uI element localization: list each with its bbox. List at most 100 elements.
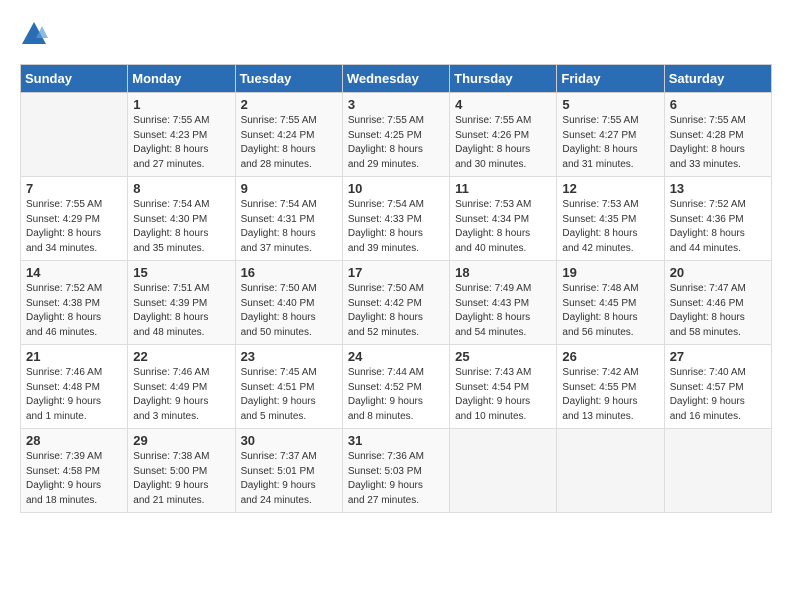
calendar-cell: 12Sunrise: 7:53 AM Sunset: 4:35 PM Dayli…	[557, 177, 664, 261]
header-day: Wednesday	[342, 65, 449, 93]
day-number: 23	[241, 349, 337, 364]
day-detail: Sunrise: 7:51 AM Sunset: 4:39 PM Dayligh…	[133, 282, 229, 340]
calendar-cell: 5 Sunrise: 7:55 AM Sunset: 4:27 PM Daylig…	[557, 93, 664, 177]
day-number: 19	[562, 265, 658, 280]
day-detail: Sunrise: 7:40 AM Sunset: 4:57 PM Dayligh…	[670, 366, 766, 424]
day-number: 6	[670, 97, 766, 112]
calendar-table: SundayMondayTuesdayWednesdayThursdayFrid…	[20, 64, 772, 513]
calendar-cell: 16 Sunrise: 7:50 AM Sunset: 4:40 PM Dayli…	[235, 261, 342, 345]
day-detail: Sunrise: 7:47 AM Sunset: 4:46 PM Dayligh…	[670, 282, 766, 340]
header-day: Tuesday	[235, 65, 342, 93]
header-day: Thursday	[450, 65, 557, 93]
calendar-cell	[450, 429, 557, 513]
calendar-cell: 4 Sunrise: 7:55 AM Sunset: 4:26 PM Daylig…	[450, 93, 557, 177]
page-container: SundayMondayTuesdayWednesdayThursdayFrid…	[0, 0, 792, 523]
day-number: 5	[562, 97, 658, 112]
day-detail: Sunrise: 7:49 AM Sunset: 4:43 PM Dayligh…	[455, 282, 551, 340]
day-detail: Sunrise: 7:43 AM Sunset: 4:54 PM Dayligh…	[455, 366, 551, 424]
logo-icon	[20, 20, 48, 48]
calendar-cell: 27 Sunrise: 7:40 AM Sunset: 4:57 PM Dayli…	[664, 345, 771, 429]
day-detail: Sunrise: 7:55 AM Sunset: 4:25 PM Dayligh…	[348, 114, 444, 172]
day-number: 20	[670, 265, 766, 280]
calendar-cell: 14 Sunrise: 7:52 AM Sunset: 4:38 PM Dayli…	[21, 261, 128, 345]
day-detail: Sunrise: 7:54 AM Sunset: 4:31 PM Dayligh…	[241, 198, 337, 256]
calendar-cell: 30 Sunrise: 7:37 AM Sunset: 5:01 PM Dayli…	[235, 429, 342, 513]
calendar-cell: 13 Sunrise: 7:52 AM Sunset: 4:36 PM Dayli…	[664, 177, 771, 261]
day-number: 3	[348, 97, 444, 112]
day-detail: Sunrise: 7:37 AM Sunset: 5:01 PM Dayligh…	[241, 450, 337, 508]
calendar-week-row: 7Sunrise: 7:55 AM Sunset: 4:29 PM Daylig…	[21, 177, 772, 261]
day-number: 1	[133, 97, 229, 112]
day-number: 14	[26, 265, 122, 280]
day-number: 30	[241, 433, 337, 448]
header-day: Friday	[557, 65, 664, 93]
calendar-cell: 29 Sunrise: 7:38 AM Sunset: 5:00 PM Dayli…	[128, 429, 235, 513]
day-detail: Sunrise: 7:53 AM Sunset: 4:34 PM Dayligh…	[455, 198, 551, 256]
calendar-cell: 26 Sunrise: 7:42 AM Sunset: 4:55 PM Dayli…	[557, 345, 664, 429]
day-number: 29	[133, 433, 229, 448]
calendar-week-row: 21 Sunrise: 7:46 AM Sunset: 4:48 PM Dayli…	[21, 345, 772, 429]
day-detail: Sunrise: 7:38 AM Sunset: 5:00 PM Dayligh…	[133, 450, 229, 508]
day-detail: Sunrise: 7:39 AM Sunset: 4:58 PM Dayligh…	[26, 450, 122, 508]
day-number: 22	[133, 349, 229, 364]
day-number: 2	[241, 97, 337, 112]
calendar-week-row: 28 Sunrise: 7:39 AM Sunset: 4:58 PM Dayli…	[21, 429, 772, 513]
day-detail: Sunrise: 7:50 AM Sunset: 4:42 PM Dayligh…	[348, 282, 444, 340]
day-number: 21	[26, 349, 122, 364]
calendar-cell: 9Sunrise: 7:54 AM Sunset: 4:31 PM Daylig…	[235, 177, 342, 261]
day-number: 28	[26, 433, 122, 448]
day-number: 31	[348, 433, 444, 448]
day-detail: Sunrise: 7:55 AM Sunset: 4:26 PM Dayligh…	[455, 114, 551, 172]
calendar-cell: 19 Sunrise: 7:48 AM Sunset: 4:45 PM Dayli…	[557, 261, 664, 345]
day-detail: Sunrise: 7:52 AM Sunset: 4:38 PM Dayligh…	[26, 282, 122, 340]
day-detail: Sunrise: 7:52 AM Sunset: 4:36 PM Dayligh…	[670, 198, 766, 256]
day-detail: Sunrise: 7:48 AM Sunset: 4:45 PM Dayligh…	[562, 282, 658, 340]
day-number: 17	[348, 265, 444, 280]
day-number: 18	[455, 265, 551, 280]
header	[20, 20, 772, 48]
day-detail: Sunrise: 7:42 AM Sunset: 4:55 PM Dayligh…	[562, 366, 658, 424]
calendar-cell: 2 Sunrise: 7:55 AM Sunset: 4:24 PM Daylig…	[235, 93, 342, 177]
day-number: 7	[26, 181, 122, 196]
day-number: 16	[241, 265, 337, 280]
calendar-cell: 7Sunrise: 7:55 AM Sunset: 4:29 PM Daylig…	[21, 177, 128, 261]
day-detail: Sunrise: 7:46 AM Sunset: 4:48 PM Dayligh…	[26, 366, 122, 424]
day-detail: Sunrise: 7:55 AM Sunset: 4:28 PM Dayligh…	[670, 114, 766, 172]
calendar-cell: 22 Sunrise: 7:46 AM Sunset: 4:49 PM Dayli…	[128, 345, 235, 429]
calendar-cell: 17 Sunrise: 7:50 AM Sunset: 4:42 PM Dayli…	[342, 261, 449, 345]
logo	[20, 20, 52, 48]
day-detail: Sunrise: 7:55 AM Sunset: 4:27 PM Dayligh…	[562, 114, 658, 172]
calendar-cell: 11 Sunrise: 7:53 AM Sunset: 4:34 PM Dayli…	[450, 177, 557, 261]
day-detail: Sunrise: 7:46 AM Sunset: 4:49 PM Dayligh…	[133, 366, 229, 424]
day-number: 8	[133, 181, 229, 196]
calendar-cell: 10 Sunrise: 7:54 AM Sunset: 4:33 PM Dayli…	[342, 177, 449, 261]
day-number: 24	[348, 349, 444, 364]
day-number: 10	[348, 181, 444, 196]
calendar-cell	[557, 429, 664, 513]
day-detail: Sunrise: 7:45 AM Sunset: 4:51 PM Dayligh…	[241, 366, 337, 424]
calendar-cell: 24Sunrise: 7:44 AM Sunset: 4:52 PM Dayli…	[342, 345, 449, 429]
day-detail: Sunrise: 7:50 AM Sunset: 4:40 PM Dayligh…	[241, 282, 337, 340]
day-number: 11	[455, 181, 551, 196]
day-detail: Sunrise: 7:53 AM Sunset: 4:35 PM Dayligh…	[562, 198, 658, 256]
calendar-cell: 21 Sunrise: 7:46 AM Sunset: 4:48 PM Dayli…	[21, 345, 128, 429]
calendar-cell	[664, 429, 771, 513]
calendar-cell: 15Sunrise: 7:51 AM Sunset: 4:39 PM Dayli…	[128, 261, 235, 345]
calendar-cell: 31 Sunrise: 7:36 AM Sunset: 5:03 PM Dayli…	[342, 429, 449, 513]
day-detail: Sunrise: 7:54 AM Sunset: 4:30 PM Dayligh…	[133, 198, 229, 256]
calendar-week-row: 14 Sunrise: 7:52 AM Sunset: 4:38 PM Dayli…	[21, 261, 772, 345]
day-detail: Sunrise: 7:55 AM Sunset: 4:24 PM Dayligh…	[241, 114, 337, 172]
header-row: SundayMondayTuesdayWednesdayThursdayFrid…	[21, 65, 772, 93]
day-detail: Sunrise: 7:36 AM Sunset: 5:03 PM Dayligh…	[348, 450, 444, 508]
calendar-cell: 1Sunrise: 7:55 AM Sunset: 4:23 PM Daylig…	[128, 93, 235, 177]
day-detail: Sunrise: 7:54 AM Sunset: 4:33 PM Dayligh…	[348, 198, 444, 256]
header-day: Saturday	[664, 65, 771, 93]
day-number: 27	[670, 349, 766, 364]
calendar-cell	[21, 93, 128, 177]
calendar-cell: 28 Sunrise: 7:39 AM Sunset: 4:58 PM Dayli…	[21, 429, 128, 513]
calendar-cell: 6 Sunrise: 7:55 AM Sunset: 4:28 PM Daylig…	[664, 93, 771, 177]
day-number: 26	[562, 349, 658, 364]
day-number: 13	[670, 181, 766, 196]
calendar-week-row: 1Sunrise: 7:55 AM Sunset: 4:23 PM Daylig…	[21, 93, 772, 177]
day-number: 4	[455, 97, 551, 112]
